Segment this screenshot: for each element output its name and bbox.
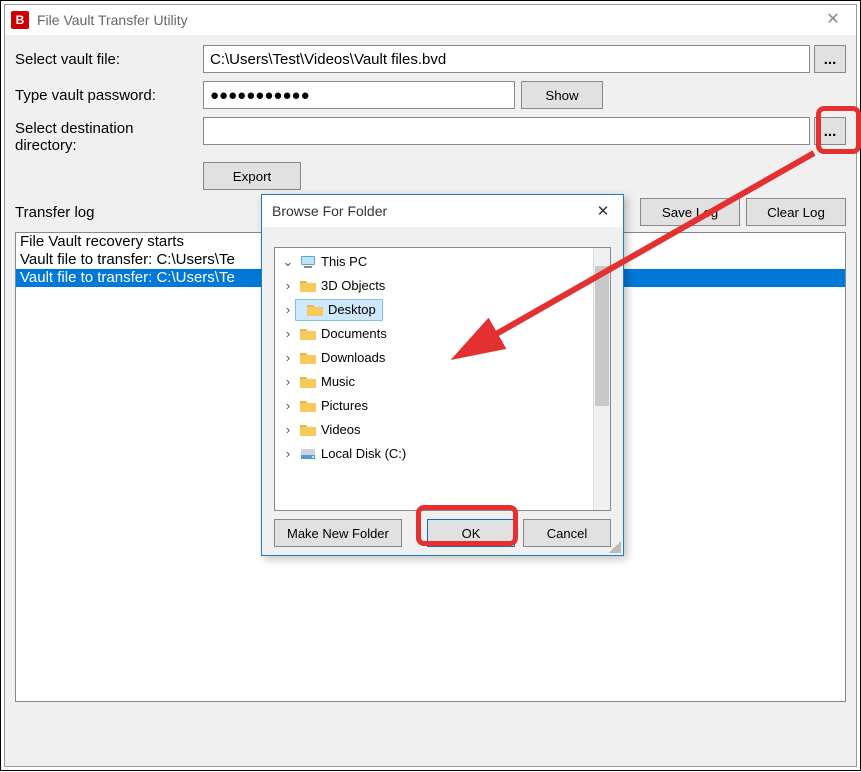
dialog-button-spacer — [410, 519, 419, 547]
destination-row: Select destination directory: ... — [15, 117, 846, 154]
tree-item-label: Music — [321, 370, 355, 394]
tree-toggle-expand[interactable]: › — [281, 394, 295, 418]
tree-item-label: Documents — [321, 322, 387, 346]
tree-item[interactable]: › Downloads — [275, 346, 385, 370]
select-vault-file-label: Select vault file: — [15, 51, 203, 68]
password-row: Type vault password: Show — [15, 81, 846, 109]
tree-toggle-expand[interactable]: › — [281, 442, 295, 466]
resize-grip[interactable] — [609, 541, 621, 553]
tree-item-label: 3D Objects — [321, 274, 385, 298]
save-log-button[interactable]: Save Log — [640, 198, 740, 226]
tree-item[interactable]: › 3D Objects — [275, 274, 385, 298]
window-title: File Vault Transfer Utility — [35, 12, 810, 28]
select-destination-label-line1: Select destination — [15, 120, 133, 137]
tree-item-label: Videos — [321, 418, 361, 442]
tree-root[interactable]: ⌄ This PC — [275, 250, 610, 274]
app-icon: B — [11, 11, 29, 29]
browse-destination-button[interactable]: ... — [814, 117, 846, 145]
tree-item-label: Local Disk (C:) — [321, 442, 406, 466]
tree-item[interactable]: › Music — [275, 370, 355, 394]
tree-item[interactable]: › Local Disk (C:) — [275, 442, 406, 466]
tree-item-label: Desktop — [328, 298, 376, 322]
tree-item-label: Pictures — [321, 394, 368, 418]
tree-toggle-collapse[interactable]: ⌄ — [281, 250, 295, 274]
select-destination-label: Select destination directory: — [15, 117, 203, 154]
export-button[interactable]: Export — [203, 162, 301, 190]
browse-folder-dialog: Browse For Folder ✕ ⌄This PC›3D Objects›… — [261, 194, 624, 556]
tree-toggle-expand[interactable]: › — [281, 370, 295, 394]
tree-item[interactable]: › Desktop — [275, 298, 383, 322]
password-input[interactable] — [203, 81, 515, 109]
titlebar: B File Vault Transfer Utility ✕ — [5, 5, 856, 35]
tree-toggle-expand[interactable]: › — [281, 298, 295, 322]
dialog-buttons: Make New Folder OK Cancel — [274, 511, 611, 547]
tree-item-label: Downloads — [321, 346, 385, 370]
cancel-button[interactable]: Cancel — [523, 519, 611, 547]
destination-input[interactable] — [203, 117, 810, 145]
tree-toggle-expand[interactable]: › — [281, 322, 295, 346]
select-destination-label-line2: directory: — [15, 137, 203, 154]
vault-file-row: Select vault file: ... — [15, 45, 846, 73]
tree-root-label: This PC — [321, 250, 367, 274]
dialog-titlebar: Browse For Folder ✕ — [262, 195, 623, 227]
vault-file-input[interactable] — [203, 45, 810, 73]
browse-vault-button[interactable]: ... — [814, 45, 846, 73]
tree-scrollbar[interactable] — [593, 248, 610, 510]
tree-toggle-expand[interactable]: › — [281, 418, 295, 442]
tree-item[interactable]: › Videos — [275, 418, 361, 442]
show-password-button[interactable]: Show — [521, 81, 603, 109]
make-new-folder-button[interactable]: Make New Folder — [274, 519, 402, 547]
password-label: Type vault password: — [15, 87, 203, 104]
tree-item[interactable]: › Documents — [275, 322, 387, 346]
dialog-close-button[interactable]: ✕ — [583, 202, 623, 220]
tree-toggle-expand[interactable]: › — [281, 274, 295, 298]
dialog-body: ⌄ This PC › 3D Objects › Desktop › Documents › Do… — [262, 227, 623, 555]
ok-button[interactable]: OK — [427, 519, 515, 547]
tree-toggle-expand[interactable]: › — [281, 346, 295, 370]
folder-tree[interactable]: ⌄ This PC › 3D Objects › Desktop › Documents › Do… — [274, 247, 611, 511]
clear-log-button[interactable]: Clear Log — [746, 198, 846, 226]
window-close-button[interactable]: ✕ — [810, 5, 856, 35]
export-row: Export — [15, 162, 846, 190]
tree-item[interactable]: › Pictures — [275, 394, 368, 418]
dialog-title: Browse For Folder — [262, 203, 583, 219]
screenshot-border: B File Vault Transfer Utility ✕ Select v… — [0, 0, 861, 771]
